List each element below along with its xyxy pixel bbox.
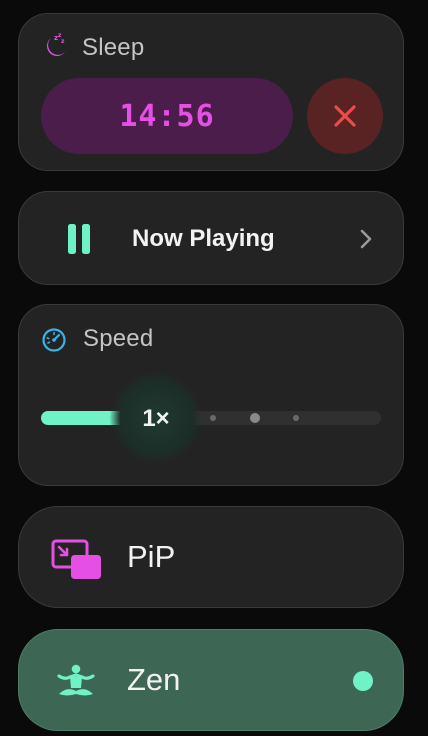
pause-icon[interactable] <box>67 224 91 254</box>
sleep-label: Sleep <box>82 34 145 61</box>
speed-tick <box>293 415 299 421</box>
zen-label: Zen <box>127 662 181 697</box>
zen-button[interactable]: Zen <box>18 629 404 731</box>
close-icon <box>334 105 356 127</box>
speed-card: Speed 1× <box>18 304 404 486</box>
speed-tick <box>250 413 260 423</box>
svg-text:z: z <box>61 38 65 45</box>
sleep-time: 14:56 <box>119 98 215 134</box>
speed-value: 1× <box>142 405 170 432</box>
speed-slider[interactable] <box>41 411 381 425</box>
cancel-sleep-button[interactable] <box>307 78 383 154</box>
pip-button[interactable]: PiP <box>18 506 404 608</box>
sleep-timer-button[interactable]: 14:56 <box>41 78 293 154</box>
gauge-icon <box>42 328 66 352</box>
meditation-icon <box>57 664 95 696</box>
speed-tick <box>210 415 216 421</box>
picture-in-picture-icon <box>51 539 101 579</box>
speed-label: Speed <box>83 325 154 352</box>
now-playing-card[interactable]: Now Playing <box>18 191 404 285</box>
sleep-card: z z z Sleep 14:56 <box>18 13 404 171</box>
active-indicator-dot <box>353 671 373 691</box>
chevron-right-icon <box>360 229 372 249</box>
pip-label: PiP <box>127 539 176 574</box>
now-playing-label: Now Playing <box>132 225 275 252</box>
moon-zzz-icon: z z z <box>47 32 65 56</box>
